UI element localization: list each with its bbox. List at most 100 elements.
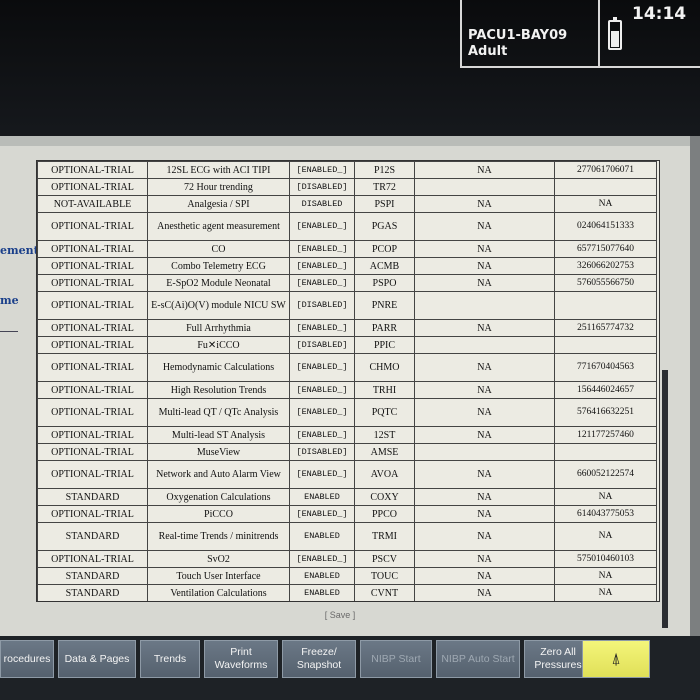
- license-key-cell: 277061706071: [554, 161, 657, 179]
- status-cell[interactable]: ENABLED: [289, 488, 355, 506]
- save-button[interactable]: [ Save ]: [0, 610, 680, 620]
- alarm-setup-button[interactable]: ⍋: [582, 640, 650, 678]
- option-name-cell: E-SpO2 Module Neonatal: [147, 274, 290, 292]
- scrollbar[interactable]: [662, 370, 668, 628]
- status-cell[interactable]: [ENABLED_]: [289, 212, 355, 241]
- status-cell[interactable]: [DISABLED]: [289, 443, 355, 461]
- status-cell[interactable]: ENABLED: [289, 567, 355, 585]
- status-cell[interactable]: [ENABLED_]: [289, 319, 355, 337]
- battery-icon: [608, 17, 622, 50]
- option-name-cell: Multi-lead ST Analysis: [147, 426, 290, 444]
- status-cell[interactable]: [ENABLED_]: [289, 257, 355, 275]
- status-cell[interactable]: [DISABLED]: [289, 291, 355, 320]
- status-cell[interactable]: [ENABLED_]: [289, 353, 355, 382]
- status-cell[interactable]: [ENABLED_]: [289, 240, 355, 258]
- expiry-cell: NA: [414, 398, 555, 427]
- option-name-cell: Oxygenation Calculations: [147, 488, 290, 506]
- softkey-button[interactable]: Freeze/ Snapshot: [282, 640, 356, 678]
- status-cell[interactable]: [ENABLED_]: [289, 550, 355, 568]
- license-key-cell: 660052122574: [554, 460, 657, 489]
- status-cell[interactable]: ENABLED: [289, 584, 355, 601]
- option-code-cell: PQTC: [354, 398, 415, 427]
- license-type-cell: STANDARD: [37, 488, 148, 506]
- license-key-cell: 657715077640: [554, 240, 657, 258]
- license-type-cell: OPTIONAL-TRIAL: [37, 161, 148, 179]
- status-cell[interactable]: [ENABLED_]: [289, 505, 355, 523]
- status-cell[interactable]: [ENABLED_]: [289, 161, 355, 179]
- status-cell[interactable]: ENABLED: [289, 522, 355, 551]
- license-type-cell: STANDARD: [37, 567, 148, 585]
- option-code-cell: AMSE: [354, 443, 415, 461]
- status-divider: [598, 0, 600, 66]
- option-name-cell: Anesthetic agent measurement: [147, 212, 290, 241]
- expiry-cell: [414, 336, 555, 354]
- status-cell[interactable]: [ENABLED_]: [289, 426, 355, 444]
- left-menu-fragment[interactable]: ement: [0, 244, 39, 257]
- option-code-cell: ACMB: [354, 257, 415, 275]
- table-row: OPTIONAL-TRIAL Full Arrhythmia [ENABLED_] P…: [37, 319, 657, 337]
- option-code-cell: TRHI: [354, 381, 415, 399]
- expiry-cell: NA: [414, 240, 555, 258]
- license-key-cell: 024064151333: [554, 212, 657, 241]
- license-type-cell: OPTIONAL-TRIAL: [37, 212, 148, 241]
- status-cell[interactable]: [ENABLED_]: [289, 460, 355, 489]
- software-options-table: OPTIONAL-TRIAL 12SL ECG with ACI TIPI [ENA…: [36, 160, 660, 602]
- license-key-cell: NA: [554, 584, 657, 601]
- bed-info[interactable]: PACU1-BAY09 Adult: [468, 28, 567, 60]
- option-name-cell: Fu✕iCCO: [147, 336, 290, 354]
- license-type-cell: OPTIONAL-TRIAL: [37, 443, 148, 461]
- table-row: OPTIONAL-TRIAL Network and Auto Alarm Vie…: [37, 460, 657, 489]
- table-row: OPTIONAL-TRIAL MuseView [DISABLED] AMSE: [37, 443, 657, 461]
- status-area: PACU1-BAY09 Adult 14:14: [460, 0, 700, 68]
- expiry-cell: NA: [414, 319, 555, 337]
- status-cell[interactable]: [ENABLED_]: [289, 398, 355, 427]
- expiry-cell: [414, 291, 555, 320]
- softkey-button[interactable]: NIBP Start: [360, 640, 432, 678]
- expiry-cell: NA: [414, 550, 555, 568]
- softkey-button[interactable]: Data & Pages: [58, 640, 136, 678]
- option-name-cell: Multi-lead QT / QTc Analysis: [147, 398, 290, 427]
- license-type-cell: OPTIONAL-TRIAL: [37, 398, 148, 427]
- left-menu-fragment[interactable]: me: [0, 294, 19, 307]
- expiry-cell: [414, 443, 555, 461]
- license-type-cell: OPTIONAL-TRIAL: [37, 381, 148, 399]
- expiry-cell: NA: [414, 426, 555, 444]
- option-code-cell: PSPI: [354, 195, 415, 213]
- license-type-cell: OPTIONAL-TRIAL: [37, 240, 148, 258]
- option-name-cell: 72 Hour trending: [147, 178, 290, 196]
- option-code-cell: TR72: [354, 178, 415, 196]
- option-code-cell: TOUC: [354, 567, 415, 585]
- softkey-button[interactable]: Print Waveforms: [204, 640, 278, 678]
- license-key-cell: 771670404563: [554, 353, 657, 382]
- license-type-cell: NOT-AVAILABLE: [37, 195, 148, 213]
- table-row: STANDARD Touch User Interface ENABLED TOUC N…: [37, 567, 657, 585]
- status-cell[interactable]: [DISABLED]: [289, 178, 355, 196]
- softkey-button[interactable]: NIBP Auto Start: [436, 640, 520, 678]
- license-key-cell: 614043775053: [554, 505, 657, 523]
- license-type-cell: OPTIONAL-TRIAL: [37, 353, 148, 382]
- license-type-cell: OPTIONAL-TRIAL: [37, 550, 148, 568]
- expiry-cell: NA: [414, 567, 555, 585]
- option-code-cell: PPIC: [354, 336, 415, 354]
- expiry-cell: NA: [414, 257, 555, 275]
- license-type-cell: STANDARD: [37, 584, 148, 601]
- table-row: STANDARD Ventilation Calculations ENABLED C…: [37, 584, 657, 601]
- options-table: OPTIONAL-TRIAL 12SL ECG with ACI TIPI [ENA…: [37, 161, 657, 601]
- license-key-cell: NA: [554, 488, 657, 506]
- expiry-cell: NA: [414, 195, 555, 213]
- license-key-cell: 326066202753: [554, 257, 657, 275]
- expiry-cell: NA: [414, 522, 555, 551]
- status-cell[interactable]: [ENABLED_]: [289, 381, 355, 399]
- license-type-cell: OPTIONAL-TRIAL: [37, 336, 148, 354]
- option-name-cell: Ventilation Calculations: [147, 584, 290, 601]
- table-row: OPTIONAL-TRIAL Multi-lead ST Analysis [ENA…: [37, 426, 657, 444]
- option-name-cell: CO: [147, 240, 290, 258]
- license-type-cell: OPTIONAL-TRIAL: [37, 319, 148, 337]
- softkey-button[interactable]: rocedures: [0, 640, 54, 678]
- license-type-cell: OPTIONAL-TRIAL: [37, 291, 148, 320]
- status-cell[interactable]: [ENABLED_]: [289, 274, 355, 292]
- status-cell[interactable]: DISABLED: [289, 195, 355, 213]
- option-code-cell: TRMI: [354, 522, 415, 551]
- status-cell[interactable]: [DISABLED]: [289, 336, 355, 354]
- softkey-button[interactable]: Trends: [140, 640, 200, 678]
